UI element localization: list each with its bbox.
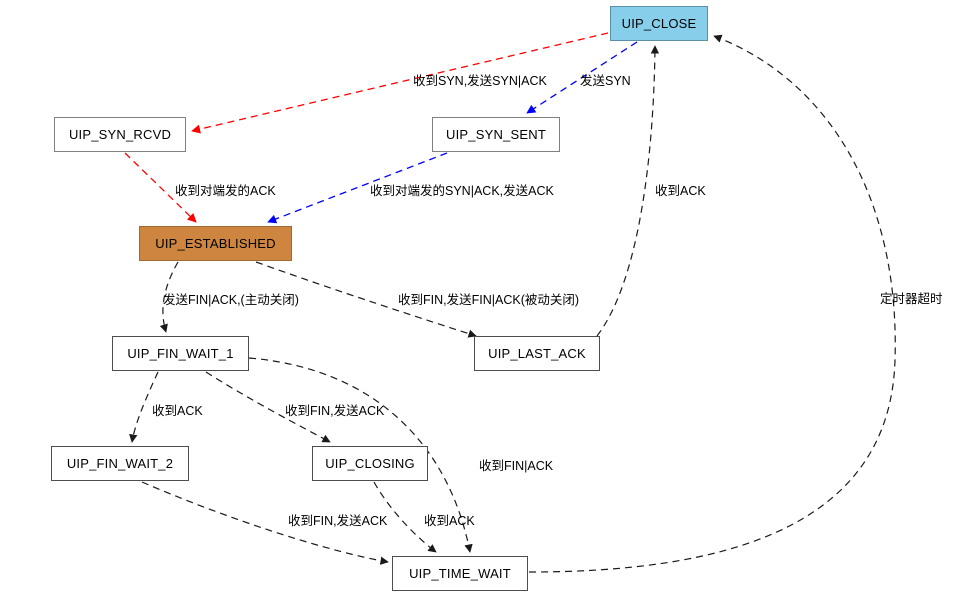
state-node-last-ack[interactable]: UIP_LAST_ACK xyxy=(474,336,600,371)
edge-label-fin-wait-2-to-time-wait: 收到FIN,发送ACK xyxy=(288,514,388,528)
edge-label-fin-wait-1-to-closing: 收到FIN,发送ACK xyxy=(285,404,385,418)
state-node-closing[interactable]: UIP_CLOSING xyxy=(312,446,428,481)
edge-label-fin-wait-1-to-time-wait: 收到FIN|ACK xyxy=(479,459,554,473)
edge-label-close-to-syn-rcvd: 收到SYN,发送SYN|ACK xyxy=(413,74,547,88)
edge-label-time-wait-to-close: 定时器超时 xyxy=(880,292,943,306)
edge-time-wait-to-close xyxy=(528,34,896,573)
state-node-syn-rcvd-label: UIP_SYN_RCVD xyxy=(68,127,172,142)
state-node-established[interactable]: UIP_ESTABLISHED xyxy=(139,226,292,261)
edge-label-established-to-last-ack: 收到FIN,发送FIN|ACK(被动关闭) xyxy=(398,293,580,307)
state-node-syn-sent[interactable]: UIP_SYN_SENT xyxy=(432,117,560,152)
state-node-time-wait-label: UIP_TIME_WAIT xyxy=(409,566,511,581)
state-node-fin-wait-2-label: UIP_FIN_WAIT_2 xyxy=(66,456,174,471)
state-node-fin-wait-2[interactable]: UIP_FIN_WAIT_2 xyxy=(51,446,189,481)
edge-label-syn-rcvd-to-established: 收到对端发的ACK xyxy=(175,184,276,198)
state-node-time-wait[interactable]: UIP_TIME_WAIT xyxy=(392,556,528,591)
state-node-established-label: UIP_ESTABLISHED xyxy=(155,236,276,251)
edge-label-close-to-syn-sent: 发送SYN xyxy=(580,74,631,88)
edge-label-closing-to-time-wait: 收到ACK xyxy=(424,514,475,528)
edge-label-fin-wait-1-to-fin-wait-2: 收到ACK xyxy=(152,404,203,418)
edge-label-established-to-fin-wait-1: 发送FIN|ACK,(主动关闭) xyxy=(163,293,299,307)
edge-last-ack-to-close xyxy=(596,45,660,337)
state-node-last-ack-label: UIP_LAST_ACK xyxy=(488,346,586,361)
state-node-fin-wait-1-label: UIP_FIN_WAIT_1 xyxy=(127,346,234,361)
edge-label-syn-sent-to-established: 收到对端发的SYN|ACK,发送ACK xyxy=(370,184,554,198)
tcp-state-machine-diagram: UIP_CLOSE UIP_SYN_RCVD UIP_SYN_SENT UIP_… xyxy=(0,0,960,599)
state-node-syn-rcvd[interactable]: UIP_SYN_RCVD xyxy=(54,117,186,152)
state-node-close[interactable]: UIP_CLOSE xyxy=(610,6,708,41)
state-node-syn-sent-label: UIP_SYN_SENT xyxy=(446,127,546,142)
edge-label-last-ack-to-close: 收到ACK xyxy=(655,184,706,198)
state-node-close-label: UIP_CLOSE xyxy=(621,16,697,31)
state-node-closing-label: UIP_CLOSING xyxy=(325,456,415,471)
state-node-fin-wait-1[interactable]: UIP_FIN_WAIT_1 xyxy=(112,336,249,371)
